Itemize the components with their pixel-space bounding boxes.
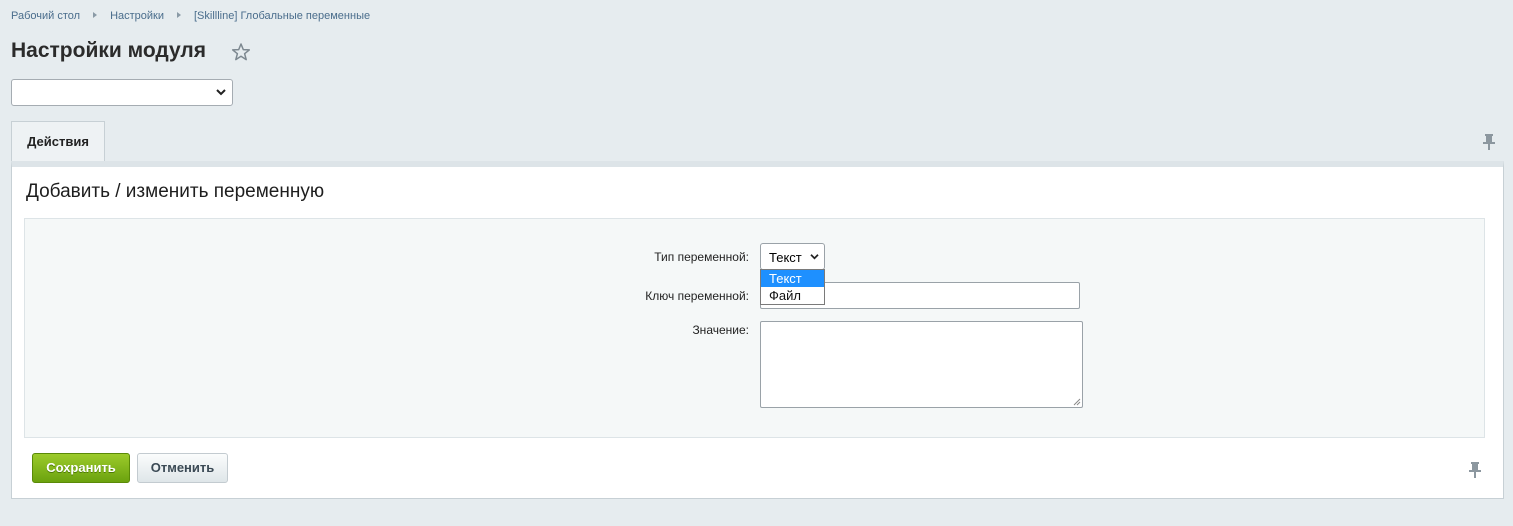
- value-textarea[interactable]: [760, 321, 1083, 408]
- pin-icon[interactable]: [1482, 133, 1496, 151]
- resize-grip-icon[interactable]: [1073, 398, 1081, 406]
- chevron-down-icon: [216, 89, 226, 96]
- type-option-text[interactable]: Текст: [761, 270, 824, 287]
- breadcrumb-separator-icon: [177, 12, 181, 18]
- value-label: Значение:: [692, 323, 749, 337]
- save-button[interactable]: Сохранить: [32, 453, 130, 483]
- page-title: Настройки модуля: [11, 39, 207, 62]
- type-label: Тип переменной:: [654, 250, 749, 264]
- tab-bar: Действия: [11, 121, 1504, 161]
- form-area: Тип переменной: Текст Текст Файл Ключ пе…: [24, 218, 1485, 438]
- breadcrumb-desktop[interactable]: Рабочий стол: [11, 10, 80, 22]
- type-select-value: Текст: [769, 250, 802, 265]
- chevron-down-icon: [810, 254, 819, 260]
- type-dropdown: Текст Файл: [760, 269, 825, 305]
- type-select[interactable]: Текст: [760, 243, 825, 270]
- breadcrumb-global-variables[interactable]: [Skillline] Глобальные переменные: [194, 10, 370, 22]
- edit-panel: Добавить / изменить переменную Тип перем…: [11, 161, 1504, 499]
- tab-actions[interactable]: Действия: [11, 121, 105, 161]
- module-select[interactable]: [11, 79, 233, 106]
- key-label: Ключ переменной:: [645, 289, 749, 303]
- breadcrumb-separator-icon: [93, 12, 98, 18]
- star-icon[interactable]: [231, 42, 251, 62]
- pin-icon[interactable]: [1468, 461, 1482, 479]
- cancel-button[interactable]: Отменить: [137, 453, 228, 483]
- breadcrumb: Рабочий стол Настройки [Skillline] Глобаль…: [11, 10, 370, 22]
- type-option-file[interactable]: Файл: [761, 287, 824, 304]
- breadcrumb-settings[interactable]: Настройки: [110, 10, 164, 22]
- section-title: Добавить / изменить переменную: [26, 181, 325, 202]
